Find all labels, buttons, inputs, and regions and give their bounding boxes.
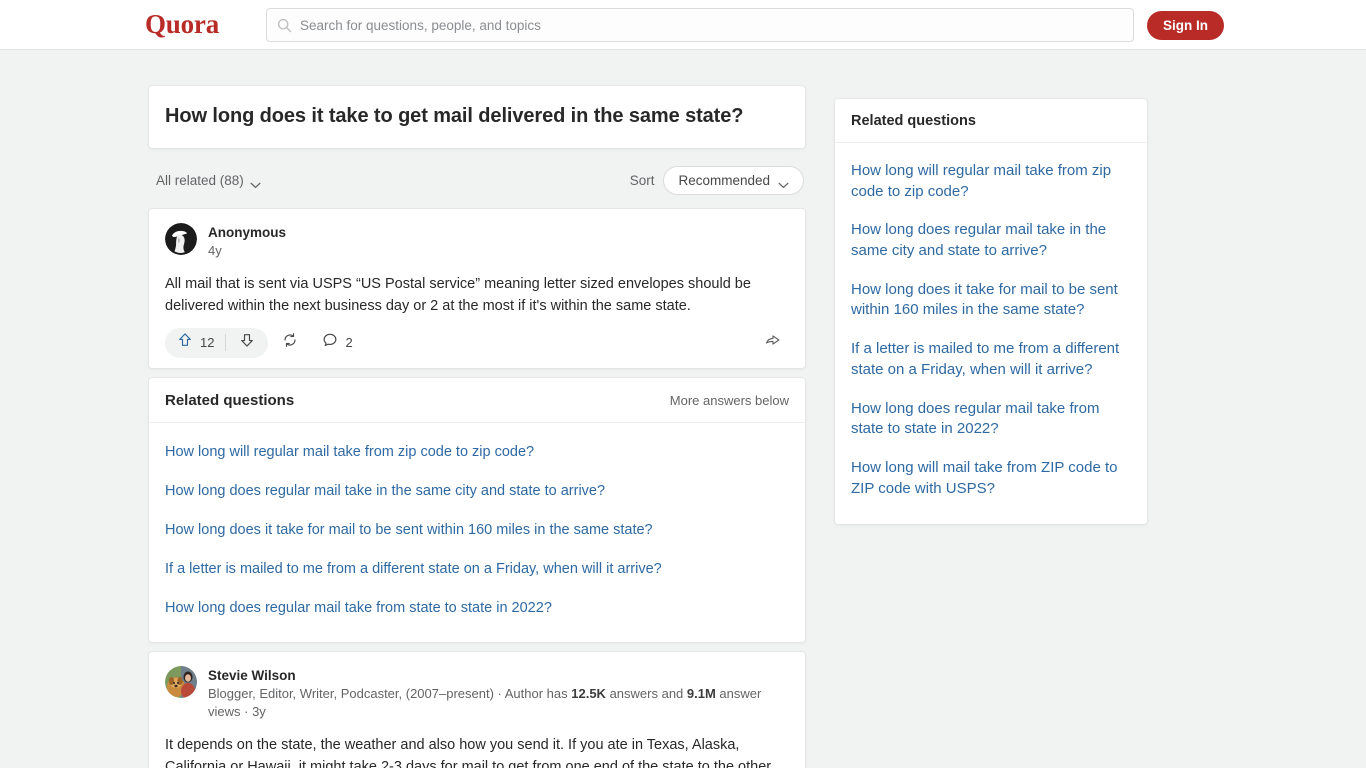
related-question-link[interactable]: If a letter is mailed to me from a diffe… bbox=[165, 550, 789, 589]
view-count: 9.1M bbox=[686, 686, 716, 702]
all-related-filter[interactable]: All related (88) bbox=[156, 173, 261, 188]
sort-value: Recommended bbox=[678, 172, 770, 188]
upvote-button[interactable]: 12 bbox=[165, 328, 225, 358]
author-meta: Anonymous 4y bbox=[208, 223, 286, 261]
author-name[interactable]: Stevie Wilson bbox=[208, 667, 789, 685]
related-question-link[interactable]: How long will regular mail take from zip… bbox=[165, 433, 789, 472]
answer-action-bar: 12 2 bbox=[165, 326, 789, 360]
sidebar-related-link[interactable]: How long will regular mail take from zip… bbox=[851, 152, 1131, 211]
related-question-link[interactable]: How long does regular mail take from sta… bbox=[165, 589, 789, 628]
answer-paragraph: All mail that is sent via USPS “US Posta… bbox=[165, 275, 751, 314]
sidebar: Related questions How long will regular … bbox=[834, 98, 1148, 526]
answer-paragraph: It depends on the state, the weather and… bbox=[165, 736, 772, 768]
answer-body: All mail that is sent via USPS “US Posta… bbox=[165, 273, 789, 317]
sidebar-related-link[interactable]: How long does regular mail take in the s… bbox=[851, 211, 1131, 270]
sort-label: Sort bbox=[629, 172, 655, 188]
sidebar-related-card: Related questions How long will regular … bbox=[834, 98, 1148, 526]
repost-button[interactable] bbox=[272, 328, 308, 358]
page-body: How long does it take to get mail delive… bbox=[0, 50, 1366, 768]
chevron-down-icon bbox=[778, 177, 789, 188]
author-row: Stevie Wilson Blogger, Editor, Writer, P… bbox=[165, 665, 789, 722]
search-input[interactable] bbox=[300, 17, 1123, 33]
answer-body: It depends on the state, the weather and… bbox=[165, 734, 789, 768]
answer-card-anonymous: Anonymous 4y All mail that is sent via U… bbox=[148, 208, 806, 369]
top-header: Quora Sign In bbox=[0, 0, 1366, 50]
quora-logo[interactable]: Quora bbox=[145, 9, 219, 40]
all-related-label: All related (88) bbox=[156, 172, 244, 188]
main-column: How long does it take to get mail delive… bbox=[148, 85, 806, 768]
credential-mid: answers and bbox=[605, 686, 687, 702]
related-questions-title: Related questions bbox=[165, 391, 295, 409]
comment-count: 2 bbox=[345, 335, 353, 351]
comment-icon bbox=[322, 332, 338, 353]
more-answers-below-label: More answers below bbox=[669, 392, 789, 408]
author-credential: Blogger, Editor, Writer, Podcaster, (200… bbox=[208, 685, 789, 722]
downvote-button[interactable] bbox=[226, 328, 268, 358]
related-question-link[interactable]: How long does it take for mail to be sen… bbox=[165, 511, 789, 550]
author-meta: Stevie Wilson Blogger, Editor, Writer, P… bbox=[208, 666, 789, 722]
search-bar[interactable] bbox=[266, 8, 1134, 42]
sidebar-related-link[interactable]: How long will mail take from ZIP code to… bbox=[851, 449, 1131, 508]
page-title: How long does it take to get mail delive… bbox=[165, 105, 744, 127]
upvote-count: 12 bbox=[200, 335, 215, 351]
search-icon bbox=[277, 18, 292, 33]
sidebar-related-link[interactable]: If a letter is mailed to me from a diffe… bbox=[851, 330, 1131, 389]
answer-count: 12.5K bbox=[571, 686, 606, 702]
related-questions-header: Related questions More answers below bbox=[149, 378, 805, 423]
related-questions-list: How long will regular mail take from zip… bbox=[149, 423, 805, 642]
answer-timestamp: 4y bbox=[208, 243, 222, 259]
repost-icon bbox=[282, 332, 298, 353]
chevron-down-icon bbox=[250, 177, 261, 188]
sign-in-button[interactable]: Sign In bbox=[1147, 11, 1224, 40]
upvote-icon bbox=[177, 332, 193, 353]
photo-avatar[interactable] bbox=[165, 665, 197, 698]
sidebar-title: Related questions bbox=[835, 99, 1147, 143]
downvote-icon bbox=[239, 332, 255, 353]
credential-prefix: Blogger, Editor, Writer, Podcaster, (200… bbox=[208, 686, 572, 702]
question-card: How long does it take to get mail delive… bbox=[148, 85, 806, 149]
anonymous-avatar[interactable] bbox=[165, 223, 197, 255]
sort-dropdown[interactable]: Recommended bbox=[663, 165, 804, 195]
comment-button[interactable]: 2 bbox=[312, 328, 362, 358]
related-questions-card: Related questions More answers below How… bbox=[148, 376, 806, 643]
filter-bar: All related (88) Sort Recommended bbox=[156, 160, 804, 200]
action-buttons: 12 2 bbox=[165, 327, 363, 358]
share-icon bbox=[764, 332, 781, 353]
sidebar-related-link[interactable]: How long does regular mail take from sta… bbox=[851, 390, 1131, 449]
answer-timestamp: 3y bbox=[252, 704, 266, 720]
share-button[interactable] bbox=[756, 328, 789, 358]
author-name[interactable]: Anonymous bbox=[208, 224, 286, 242]
answer-card-stevie-wilson: Stevie Wilson Blogger, Editor, Writer, P… bbox=[148, 650, 806, 768]
vote-pill: 12 bbox=[165, 327, 269, 358]
sidebar-links-list: How long will regular mail take from zip… bbox=[835, 143, 1147, 524]
related-question-link[interactable]: How long does regular mail take in the s… bbox=[165, 472, 789, 511]
sort-group: Sort Recommended bbox=[629, 165, 804, 195]
author-row: Anonymous 4y bbox=[165, 223, 789, 261]
sidebar-related-link[interactable]: How long does it take for mail to be sen… bbox=[851, 271, 1131, 330]
